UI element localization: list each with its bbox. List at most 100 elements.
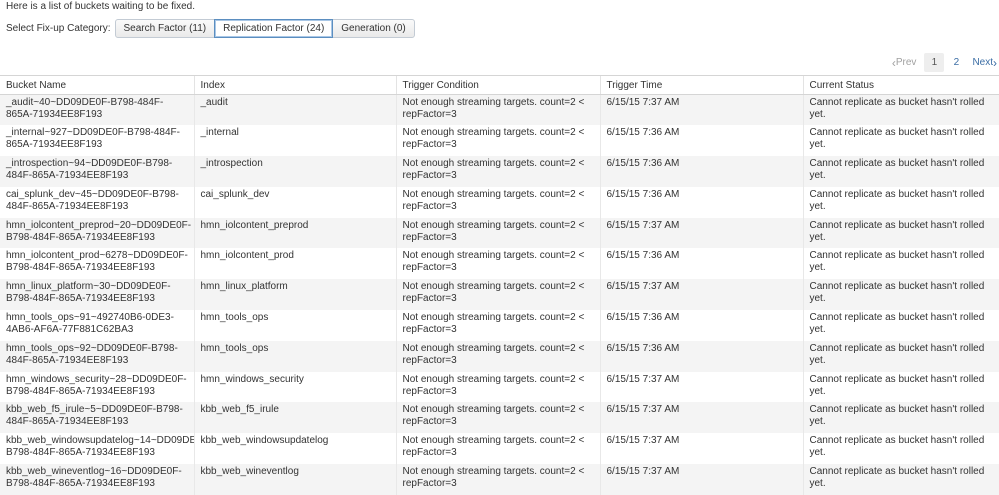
current-status-cell: Cannot replicate as bucket hasn't rolled… — [802, 340, 999, 372]
bucket-name-cell: _audit~40~DD09DE0F-B798-484F-865A-71934E… — [0, 94, 194, 126]
table-row: _introspection~94~DD09DE0F-B798-484F-865… — [0, 156, 999, 187]
bucket-name-cell: kbb_web_f5_irule~5~DD09DE0F-B798-484F-86… — [0, 402, 194, 434]
current-status-cell: Cannot replicate as bucket hasn't rolled… — [802, 217, 999, 249]
current-status-cell: Cannot replicate as bucket hasn't rolled… — [802, 94, 999, 126]
replication-factor-button[interactable]: Replication Factor (24) — [214, 19, 334, 38]
trigger-condition-cell: Not enough streaming targets. count=2 < … — [395, 94, 600, 126]
trigger-time-cell: 6/15/15 7:36 AM — [599, 310, 803, 341]
bucket-name-cell: hmn_iolcontent_preprod~20~DD09DE0F-B798-… — [0, 217, 194, 249]
current-status-cell: Cannot replicate as bucket hasn't rolled… — [802, 371, 999, 403]
next-label: Next — [972, 57, 993, 68]
bucket-name-cell: _internal~927~DD09DE0F-B798-484F-865A-71… — [0, 125, 194, 157]
index-cell: hmn_tools_ops — [193, 310, 396, 341]
bucket-name-cell: hmn_iolcontent_prod~6278~DD09DE0F-B798-4… — [0, 248, 194, 280]
current-status-cell: Cannot replicate as bucket hasn't rolled… — [802, 248, 999, 280]
trigger-condition-cell: Not enough streaming targets. count=2 < … — [395, 402, 600, 434]
table-row: kbb_web_f5_irule~5~DD09DE0F-B798-484F-86… — [0, 402, 999, 434]
trigger-time-cell: 6/15/15 7:37 AM — [599, 371, 803, 403]
trigger-time-cell: 6/15/15 7:37 AM — [599, 402, 803, 434]
bucket-name-cell: hmn_tools_ops~91~492740B6-0DE3-4AB6-AF6A… — [0, 310, 194, 341]
bucket-name-cell: hmn_linux_platform~30~DD09DE0F-B798-484F… — [0, 279, 194, 311]
current-status-cell: Cannot replicate as bucket hasn't rolled… — [802, 310, 999, 341]
trigger-time-cell: 6/15/15 7:36 AM — [599, 125, 803, 157]
trigger-time-cell: 6/15/15 7:36 AM — [599, 248, 803, 280]
column-header-bucket-name[interactable]: Bucket Name — [0, 75, 194, 95]
index-cell: kbb_web_f5_irule — [193, 402, 396, 434]
bucket-name-cell: cai_splunk_dev~45~DD09DE0F-B798-484F-865… — [0, 186, 194, 218]
trigger-condition-cell: Not enough streaming targets. count=2 < … — [395, 279, 600, 311]
current-status-cell: Cannot replicate as bucket hasn't rolled… — [802, 186, 999, 218]
current-status-cell: Cannot replicate as bucket hasn't rolled… — [802, 402, 999, 434]
table-row: hmn_windows_security~28~DD09DE0F-B798-48… — [0, 371, 999, 403]
trigger-condition-cell: Not enough streaming targets. count=2 < … — [395, 125, 600, 157]
fixup-category-selector: Select Fix-up Category: Search Factor (1… — [6, 19, 415, 38]
page-1-link[interactable]: 1 — [924, 53, 945, 72]
trigger-condition-cell: Not enough streaming targets. count=2 < … — [395, 433, 600, 465]
index-cell: hmn_tools_ops — [193, 340, 396, 372]
table-row: hmn_tools_ops~92~DD09DE0F-B798-484F-865A… — [0, 340, 999, 372]
index-cell: kbb_web_windowsupdatelog — [193, 433, 396, 465]
prev-page-link[interactable]: ‹ Prev — [892, 57, 917, 69]
bucket-name-cell: _introspection~94~DD09DE0F-B798-484F-865… — [0, 156, 194, 187]
trigger-time-cell: 6/15/15 7:37 AM — [599, 217, 803, 249]
search-factor-button[interactable]: Search Factor (11) — [114, 19, 216, 38]
trigger-time-cell: 6/15/15 7:37 AM — [599, 433, 803, 465]
index-cell: _audit — [193, 94, 396, 126]
category-label: Select Fix-up Category: — [6, 23, 111, 34]
current-status-cell: Cannot replicate as bucket hasn't rolled… — [802, 156, 999, 187]
prev-label: Prev — [895, 57, 917, 68]
index-cell: hmn_iolcontent_prod — [193, 248, 396, 280]
trigger-time-cell: 6/15/15 7:36 AM — [599, 156, 803, 187]
trigger-time-cell: 6/15/15 7:36 AM — [599, 340, 803, 372]
chevron-right-icon: › — [993, 55, 997, 70]
intro-text: Here is a list of buckets waiting to be … — [6, 1, 195, 12]
table-row: _internal~927~DD09DE0F-B798-484F-865A-71… — [0, 125, 999, 157]
table-row: hmn_iolcontent_prod~6278~DD09DE0F-B798-4… — [0, 248, 999, 280]
index-cell: cai_splunk_dev — [193, 186, 396, 218]
index-cell: _internal — [193, 125, 396, 157]
bucket-name-cell: hmn_windows_security~28~DD09DE0F-B798-48… — [0, 371, 194, 403]
trigger-condition-cell: Not enough streaming targets. count=2 < … — [395, 217, 600, 249]
current-status-cell: Cannot replicate as bucket hasn't rolled… — [802, 279, 999, 311]
column-header-trigger-time[interactable]: Trigger Time — [599, 75, 803, 95]
current-status-cell: Cannot replicate as bucket hasn't rolled… — [802, 464, 999, 495]
bucket-name-cell: hmn_tools_ops~92~DD09DE0F-B798-484F-865A… — [0, 340, 194, 372]
trigger-condition-cell: Not enough streaming targets. count=2 < … — [395, 371, 600, 403]
column-header-current-status[interactable]: Current Status — [802, 75, 999, 95]
trigger-time-cell: 6/15/15 7:36 AM — [599, 186, 803, 218]
table-row: hmn_linux_platform~30~DD09DE0F-B798-484F… — [0, 279, 999, 311]
index-cell: hmn_linux_platform — [193, 279, 396, 311]
index-cell: hmn_windows_security — [193, 371, 396, 403]
index-cell: kbb_web_wineventlog — [193, 464, 396, 495]
index-cell: _introspection — [193, 156, 396, 187]
next-page-link[interactable]: Next › — [972, 55, 997, 70]
generation-button[interactable]: Generation (0) — [332, 19, 415, 38]
category-button-group: Search Factor (11) Replication Factor (2… — [114, 19, 415, 38]
table-body: _audit~40~DD09DE0F-B798-484F-865A-71934E… — [0, 94, 999, 495]
pagination: ‹ Prev 1 2 Next › — [892, 53, 997, 72]
trigger-condition-cell: Not enough streaming targets. count=2 < … — [395, 248, 600, 280]
bucket-name-cell: kbb_web_windowsupdatelog~14~DD09DE0F-B79… — [0, 433, 194, 465]
table-row: kbb_web_windowsupdatelog~14~DD09DE0F-B79… — [0, 433, 999, 465]
bucket-name-cell: kbb_web_wineventlog~16~DD09DE0F-B798-484… — [0, 464, 194, 495]
table-row: cai_splunk_dev~45~DD09DE0F-B798-484F-865… — [0, 186, 999, 218]
page-2-link[interactable]: 2 — [946, 53, 966, 72]
current-status-cell: Cannot replicate as bucket hasn't rolled… — [802, 433, 999, 465]
trigger-condition-cell: Not enough streaming targets. count=2 < … — [395, 464, 600, 495]
trigger-condition-cell: Not enough streaming targets. count=2 < … — [395, 156, 600, 187]
trigger-time-cell: 6/15/15 7:37 AM — [599, 279, 803, 311]
column-header-trigger-condition[interactable]: Trigger Condition — [395, 75, 600, 95]
column-header-index[interactable]: Index — [193, 75, 396, 95]
current-status-cell: Cannot replicate as bucket hasn't rolled… — [802, 125, 999, 157]
table-row: hmn_iolcontent_preprod~20~DD09DE0F-B798-… — [0, 217, 999, 249]
table-row: kbb_web_wineventlog~16~DD09DE0F-B798-484… — [0, 464, 999, 495]
trigger-condition-cell: Not enough streaming targets. count=2 < … — [395, 186, 600, 218]
index-cell: hmn_iolcontent_preprod — [193, 217, 396, 249]
trigger-time-cell: 6/15/15 7:37 AM — [599, 464, 803, 495]
table-row: _audit~40~DD09DE0F-B798-484F-865A-71934E… — [0, 94, 999, 126]
table-row: hmn_tools_ops~91~492740B6-0DE3-4AB6-AF6A… — [0, 310, 999, 341]
trigger-condition-cell: Not enough streaming targets. count=2 < … — [395, 310, 600, 341]
trigger-time-cell: 6/15/15 7:37 AM — [599, 94, 803, 126]
trigger-condition-cell: Not enough streaming targets. count=2 < … — [395, 340, 600, 372]
table-header-row: Bucket Name Index Trigger Condition Trig… — [0, 75, 999, 95]
